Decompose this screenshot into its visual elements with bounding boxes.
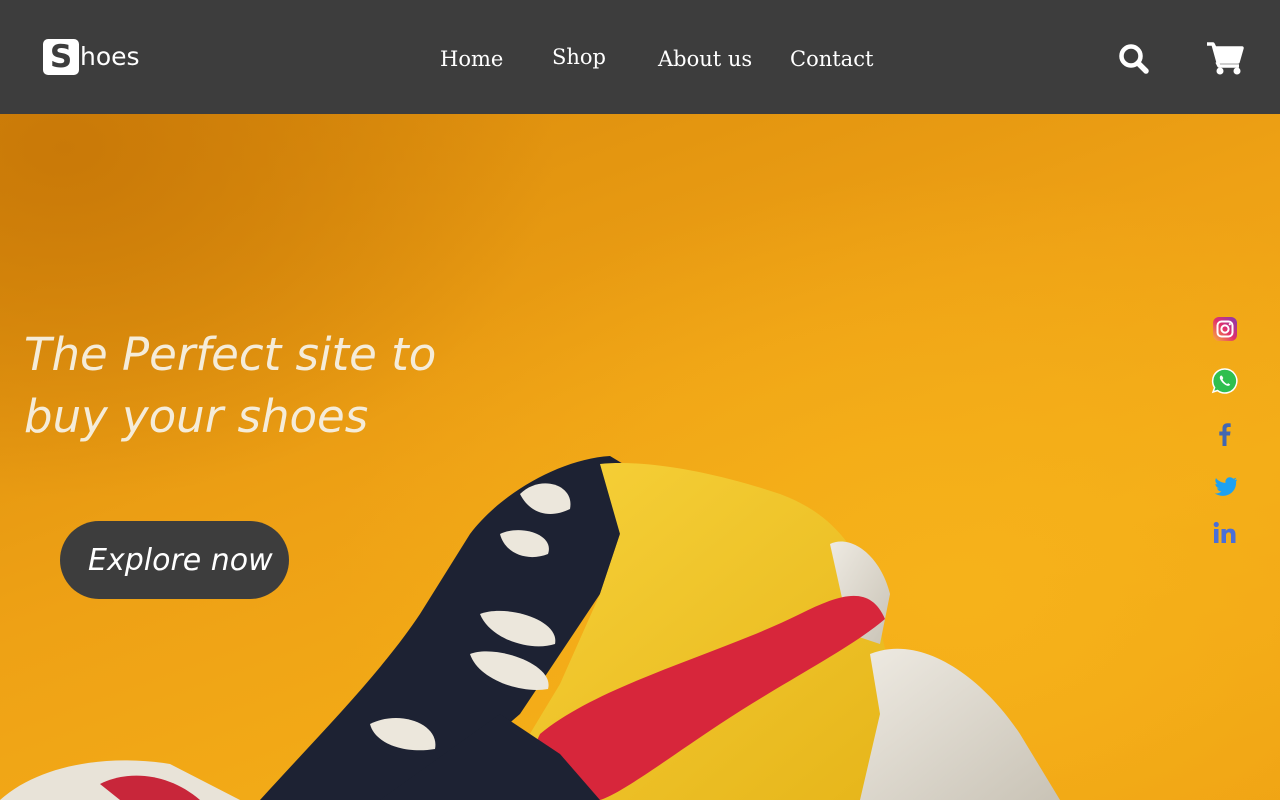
top-navbar: S hoes Home Shop About us Contact <box>0 0 1280 114</box>
twitter-icon[interactable] <box>1211 473 1239 501</box>
cart-icon[interactable] <box>1206 41 1244 75</box>
nav-home-link[interactable]: Home <box>440 47 503 71</box>
nav-shop-link[interactable]: Shop <box>552 45 606 69</box>
linkedin-icon[interactable] <box>1211 519 1239 547</box>
explore-now-button[interactable]: Explore now <box>60 521 289 599</box>
hero-headline: The Perfect site to buy your shoes <box>24 328 437 443</box>
whatsapp-icon[interactable] <box>1211 367 1239 395</box>
sneaker-image <box>0 456 1060 800</box>
search-icon[interactable] <box>1118 43 1150 75</box>
logo-mark: S <box>43 39 79 75</box>
nav-contact-link[interactable]: Contact <box>790 47 873 71</box>
facebook-icon[interactable] <box>1211 420 1239 448</box>
hero-section: The Perfect site to buy your shoes Explo… <box>0 114 1280 800</box>
nav-about-link[interactable]: About us <box>658 47 752 71</box>
site-logo[interactable]: S hoes <box>43 39 140 75</box>
instagram-icon[interactable] <box>1211 315 1239 343</box>
logo-text: hoes <box>80 42 140 71</box>
